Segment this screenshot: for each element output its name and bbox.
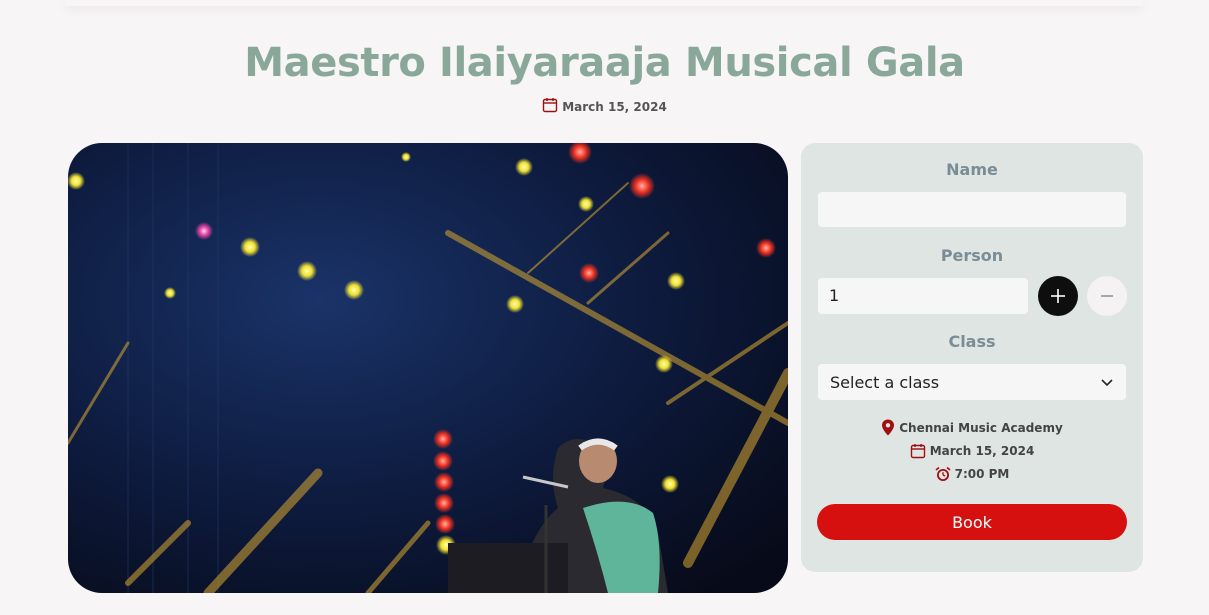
class-select-value: Select a class [830, 372, 940, 392]
time-text: 7:00 PM [954, 467, 1010, 481]
date-text: March 15, 2024 [929, 444, 1035, 458]
alarm-clock-icon [935, 466, 951, 481]
event-date-text: March 15, 2024 [562, 99, 667, 114]
plus-icon [1051, 289, 1065, 303]
event-photo [68, 143, 788, 593]
increment-button[interactable] [1038, 276, 1078, 316]
date-info: March 15, 2024 [801, 443, 1143, 459]
map-pin-icon [882, 419, 895, 436]
decrement-button[interactable] [1087, 276, 1127, 316]
minus-icon [1101, 295, 1113, 297]
class-select[interactable]: Select a class [818, 364, 1126, 400]
top-navbar [65, 0, 1143, 6]
time-info: 7:00 PM [801, 466, 1143, 482]
booking-panel: Name Person 1 Class Select a class Chenn… [801, 143, 1143, 572]
venue-info: Chennai Music Academy [801, 419, 1143, 436]
class-label: Class [948, 332, 996, 351]
name-label: Name [946, 160, 998, 179]
person-input[interactable]: 1 [818, 278, 1028, 314]
book-button[interactable]: Book [817, 504, 1127, 540]
event-date: March 15, 2024 [0, 97, 1209, 116]
name-input[interactable] [818, 192, 1126, 227]
calendar-icon [910, 444, 925, 459]
chevron-down-icon [1101, 379, 1113, 387]
event-title: Maestro Ilaiyaraaja Musical Gala [244, 40, 965, 86]
calendar-icon [542, 97, 558, 116]
venue-text: Chennai Music Academy [899, 420, 1063, 435]
person-label: Person [940, 246, 1004, 265]
